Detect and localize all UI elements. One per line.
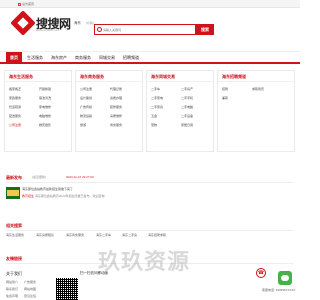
qr-code-icon: [56, 278, 78, 300]
set-home-label: 设为首页: [22, 2, 35, 6]
category-panel-jobs: 海东招聘频道 招聘 求职简历 兼职: [217, 70, 295, 152]
category-link[interactable]: 旅游: [80, 123, 86, 127]
related-link[interactable]: 海东商务服务: [66, 233, 84, 237]
nav-item-life[interactable]: 生活服务: [24, 52, 46, 63]
category-link[interactable]: 电脑维修: [39, 114, 51, 118]
footer-link[interactable]: 网站简介: [6, 280, 18, 284]
news-item-title[interactable]: 海东那位鑫站教育最新招生简章下来了: [22, 187, 73, 191]
category-link[interactable]: 二手家电: [151, 96, 163, 100]
search-icon: [97, 27, 102, 32]
logo-mark-icon: [10, 10, 36, 36]
category-title[interactable]: 海东招聘频道: [222, 74, 246, 80]
category-panel-life: 海东生活服务 搬家搬迁 开锁换锁 家政服务 保洁清洗 管道疏通 家电维修 配送服…: [4, 70, 72, 152]
news-section-title: 最新发布: [6, 175, 22, 180]
watermark: 玖玖资源: [98, 249, 191, 274]
footer-link[interactable]: 广告服务: [24, 280, 36, 284]
category-link[interactable]: 配送服务: [9, 114, 21, 118]
category-link[interactable]: 广告传媒: [80, 105, 92, 109]
category-link[interactable]: 二手房产: [181, 87, 193, 91]
main-nav: 首页 生活服务 海东房产 商务服务 同城交易 招聘频道: [0, 51, 300, 64]
news-date: 2023-11-27 23:27:00: [66, 175, 94, 179]
category-link[interactable]: 代理记账: [110, 87, 122, 91]
site-logo[interactable]: 搜搜网 www.shsoso.com: [10, 10, 71, 38]
footer-link[interactable]: 联系我们: [6, 287, 18, 291]
related-link[interactable]: 海东二手车: [96, 233, 111, 237]
category-link[interactable]: 搬家搬迁: [9, 87, 21, 91]
wechat-icon[interactable]: [278, 271, 292, 285]
news-item-tag[interactable]: 教育招生: [22, 194, 34, 198]
phone-icon: ☎: [256, 268, 266, 278]
category-title[interactable]: 海东同城交易: [151, 74, 175, 80]
category-link[interactable]: 开锁换锁: [39, 87, 51, 91]
category-link[interactable]: 家居日用: [181, 123, 193, 127]
service-phone: 客服电话: 1509567XXXX: [262, 288, 296, 292]
category-link[interactable]: 物流运输: [80, 114, 92, 118]
category-link[interactable]: 五金: [151, 114, 157, 118]
category-link[interactable]: 装修服务: [110, 105, 122, 109]
top-bar: 设为首页: [0, 0, 300, 8]
city-switch-link[interactable]: [切换]: [86, 21, 94, 25]
category-link[interactable]: 二手电脑: [181, 105, 193, 109]
category-link[interactable]: 保洁清洗: [39, 96, 51, 100]
nav-item-trade[interactable]: 同城交易: [96, 52, 118, 63]
category-link[interactable]: 二手设备: [181, 114, 193, 118]
category-link[interactable]: 家政服务: [9, 96, 21, 100]
category-link[interactable]: 房屋维修: [110, 114, 122, 118]
category-link[interactable]: 公司注册: [9, 123, 21, 127]
category-panel-trade: 海东同城交易 二手车 二手房产 二手家电 二手手机 二手家具 二手电脑 五金 二…: [146, 70, 214, 152]
footer-link[interactable]: 免责声明: [6, 294, 18, 298]
search-box: [94, 24, 196, 35]
category-link[interactable]: 二手手机: [181, 96, 193, 100]
news-item-desc: 教育招生 海东那位鑫站教育2023年招生简章已发布，欢迎咨询: [22, 194, 105, 198]
news-item-desc-text: 海东那位鑫站教育2023年招生简章已发布，欢迎咨询: [34, 194, 105, 198]
related-link[interactable]: 海东二手房: [122, 233, 137, 237]
category-link[interactable]: 求职简历: [252, 87, 264, 91]
friend-links-title: 友情链接: [6, 256, 22, 261]
category-link[interactable]: 婚庆摄影: [39, 123, 51, 127]
category-link[interactable]: 商务服务: [110, 123, 122, 127]
news-section-sub: (最近更新): [32, 175, 46, 179]
search-button[interactable]: 搜索: [196, 24, 214, 35]
logo-url: www.shsoso.com: [36, 28, 60, 32]
related-title: 相关搜索: [6, 223, 22, 228]
news-thumbnail[interactable]: [6, 187, 20, 199]
nav-item-home[interactable]: 首页: [6, 52, 22, 63]
nav-item-jobs[interactable]: 招聘频道: [120, 52, 142, 63]
category-link[interactable]: 宠物: [151, 123, 157, 127]
category-link[interactable]: 二手车: [151, 87, 160, 91]
footer-about-title: 关于我们: [6, 271, 22, 276]
set-home-link[interactable]: 设为首页: [18, 2, 34, 6]
related-link[interactable]: 海东招聘求职: [148, 233, 166, 237]
category-link[interactable]: 公司注册: [80, 87, 92, 91]
current-city: 海东: [74, 21, 81, 25]
nav-item-house[interactable]: 海东房产: [48, 52, 70, 63]
category-link[interactable]: 招聘: [222, 87, 228, 91]
home-icon: [18, 2, 21, 6]
related-link[interactable]: 海东房屋租赁: [36, 233, 54, 237]
category-link[interactable]: 兼职: [222, 96, 228, 100]
category-link[interactable]: 设计策划: [80, 96, 92, 100]
category-title[interactable]: 海东商务服务: [80, 74, 104, 80]
footer-link[interactable]: 意见反馈: [24, 294, 36, 298]
category-link[interactable]: 资质办理: [110, 96, 122, 100]
category-link[interactable]: 管道疏通: [9, 105, 21, 109]
footer-link[interactable]: 网站地图: [24, 287, 36, 291]
category-link[interactable]: 二手家具: [151, 105, 163, 109]
category-link[interactable]: 家电维修: [39, 105, 51, 109]
search-input[interactable]: [103, 26, 191, 33]
category-panel-business: 海东商务服务 公司注册 代理记账 设计策划 资质办理 广告传媒 装修服务 物流运…: [75, 70, 143, 152]
category-title[interactable]: 海东生活服务: [9, 74, 33, 80]
nav-item-business[interactable]: 商务服务: [72, 52, 94, 63]
related-link[interactable]: 海东生活服务: [6, 233, 24, 237]
